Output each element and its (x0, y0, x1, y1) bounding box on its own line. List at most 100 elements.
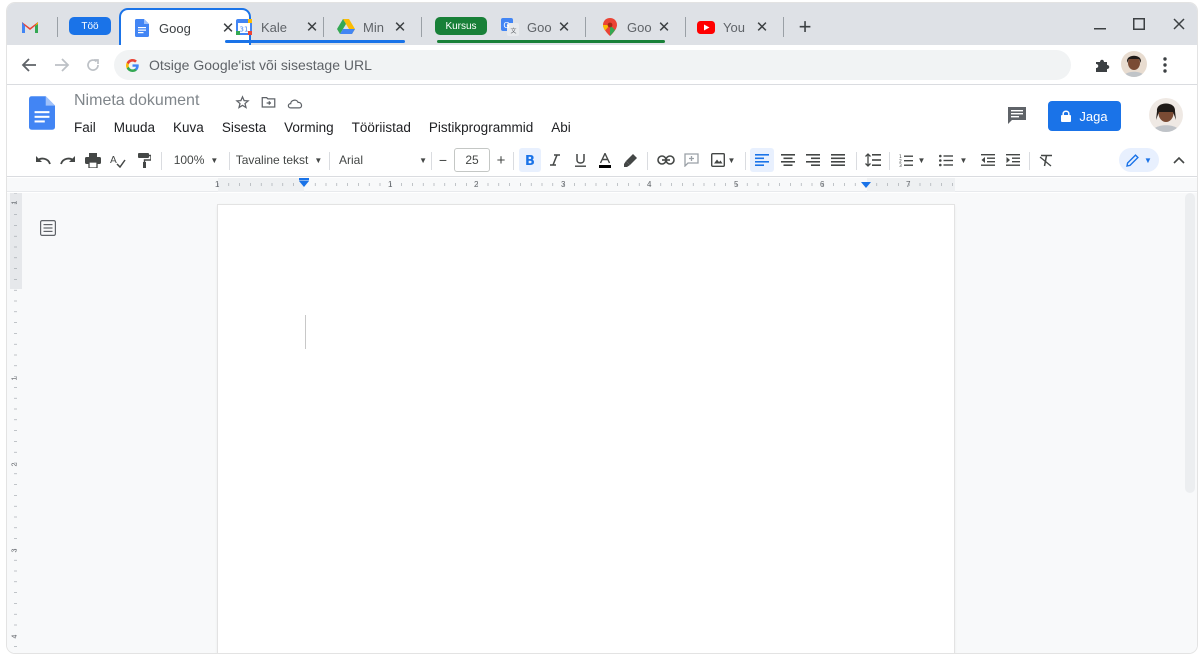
bulleted-list-button[interactable]: ▼ (935, 148, 971, 172)
toolbar-separator (329, 152, 330, 170)
extensions-button[interactable] (1090, 53, 1114, 77)
print-button[interactable] (82, 148, 104, 172)
link-icon (657, 155, 675, 165)
align-right-button[interactable] (801, 148, 825, 172)
print-icon (85, 152, 101, 168)
share-button[interactable]: Jaga (1048, 101, 1121, 131)
tab-group-label-too[interactable]: Töö (69, 17, 111, 35)
tab-calendar[interactable]: 31 Kale ✕ (225, 9, 333, 45)
menu-pistikprogrammid[interactable]: Pistikprogrammid (429, 120, 533, 135)
menu-muuda[interactable]: Muuda (114, 120, 155, 135)
underline-button[interactable] (569, 148, 591, 172)
decrease-indent-button[interactable] (977, 148, 999, 172)
document-outline-button[interactable] (40, 220, 57, 241)
forward-button[interactable] (50, 53, 74, 77)
document-page[interactable] (218, 205, 954, 653)
profile-avatar[interactable] (1121, 51, 1147, 77)
numbered-list-button[interactable]: 123 ▼ (895, 148, 929, 172)
close-window-button[interactable] (1161, 9, 1197, 39)
vertical-scrollbar[interactable] (1185, 193, 1195, 493)
horizontal-ruler: 1 1 2 3 4 5 6 7 (7, 178, 1197, 192)
tab-title: Kale (261, 19, 288, 35)
style-select[interactable]: Tavaline tekst ▼ (235, 148, 323, 172)
italic-button[interactable] (544, 148, 566, 172)
tab-title: Goo (527, 19, 552, 35)
align-right-icon (806, 154, 820, 166)
zoom-select[interactable]: 100% ▼ (169, 148, 223, 172)
tab-gmail-pinned[interactable] (21, 9, 45, 45)
increase-indent-button[interactable] (1002, 148, 1024, 172)
close-tab-icon[interactable]: ✕ (655, 18, 673, 36)
back-button[interactable] (17, 53, 41, 77)
clear-formatting-button[interactable] (1035, 148, 1057, 172)
docs-logo-icon[interactable] (29, 96, 55, 135)
line-spacing-icon (865, 153, 881, 167)
font-size-input[interactable]: 25 (454, 148, 490, 172)
pencil-icon (1126, 153, 1139, 167)
spellcheck-button[interactable]: A (107, 148, 129, 172)
tab-title: Min (363, 19, 384, 35)
tab-youtube[interactable]: You ✕ (697, 9, 771, 45)
google-g-icon (126, 58, 139, 72)
line-spacing-button[interactable] (861, 148, 885, 172)
tab-title: Goog (159, 20, 191, 36)
move-folder-icon[interactable] (261, 95, 276, 114)
first-line-indent-marker[interactable] (299, 178, 309, 181)
menu-kuva[interactable]: Kuva (173, 120, 204, 135)
document-title[interactable]: Nimeta dokument (74, 92, 199, 110)
text-color-button[interactable] (594, 148, 616, 172)
decrease-font-size-button[interactable]: − (435, 148, 451, 172)
insert-comment-button[interactable] (680, 148, 702, 172)
reload-button[interactable] (81, 53, 105, 77)
highlight-color-button[interactable] (619, 148, 641, 172)
bold-button[interactable]: B (519, 148, 541, 172)
tab-group-label-kursus[interactable]: Kursus (435, 17, 487, 35)
new-tab-button[interactable]: + (793, 9, 817, 45)
tab-title: You (723, 19, 745, 35)
close-tab-icon[interactable]: ✕ (303, 18, 321, 36)
paint-format-button[interactable] (133, 148, 155, 172)
omnibox[interactable]: Otsige Google'ist või sisestage URL (114, 50, 1071, 80)
menu-tooriistad[interactable]: Tööriistad (352, 120, 411, 135)
menu-fail[interactable]: Fail (74, 120, 96, 135)
close-tab-icon[interactable]: ✕ (753, 18, 771, 36)
account-avatar[interactable] (1149, 98, 1183, 132)
editing-mode-button[interactable]: ▼ (1119, 148, 1159, 172)
align-left-button[interactable] (750, 148, 774, 172)
tab-maps[interactable]: Goo ✕ (437, 9, 673, 45)
menu-abi[interactable]: Abi (551, 120, 571, 135)
bulleted-list-icon (938, 154, 953, 166)
font-value: Arial (339, 153, 364, 167)
undo-button[interactable] (32, 148, 54, 172)
redo-button[interactable] (57, 148, 79, 172)
svg-text:B: B (525, 154, 535, 166)
ruler-number: 4 (647, 180, 652, 189)
reload-icon (87, 59, 99, 71)
increase-font-size-button[interactable]: + (493, 148, 509, 172)
hide-menus-button[interactable] (1169, 148, 1189, 172)
maximize-button[interactable] (1121, 9, 1157, 39)
align-center-button[interactable] (776, 148, 800, 172)
caret-down-icon: ▼ (917, 155, 926, 165)
avatar-icon (1149, 98, 1183, 132)
insert-link-button[interactable] (655, 148, 677, 172)
vruler-number: 1 (11, 376, 19, 381)
close-tab-icon[interactable]: ✕ (391, 18, 409, 36)
ruler-number: 3 (561, 180, 566, 189)
tab-drive[interactable]: Min ✕ (323, 9, 409, 45)
menu-bar: Fail Muuda Kuva Sisesta Vorming Tööriist… (74, 120, 589, 135)
star-icon[interactable] (235, 95, 250, 115)
menu-sisesta[interactable]: Sisesta (222, 120, 266, 135)
menu-vorming[interactable]: Vorming (284, 120, 334, 135)
browser-menu-button[interactable] (1153, 53, 1177, 77)
minimize-button[interactable] (1082, 9, 1118, 39)
toolbar-separator (745, 152, 746, 170)
font-select[interactable]: Arial ▼ (339, 148, 427, 172)
svg-text:3: 3 (899, 163, 902, 167)
align-justify-button[interactable] (826, 148, 850, 172)
insert-image-button[interactable]: ▼ (707, 148, 739, 172)
close-tab-icon[interactable]: ✕ (555, 18, 573, 36)
comments-button[interactable] (1007, 106, 1027, 130)
cloud-saved-icon[interactable] (287, 96, 303, 114)
toolbar-separator (161, 152, 162, 170)
